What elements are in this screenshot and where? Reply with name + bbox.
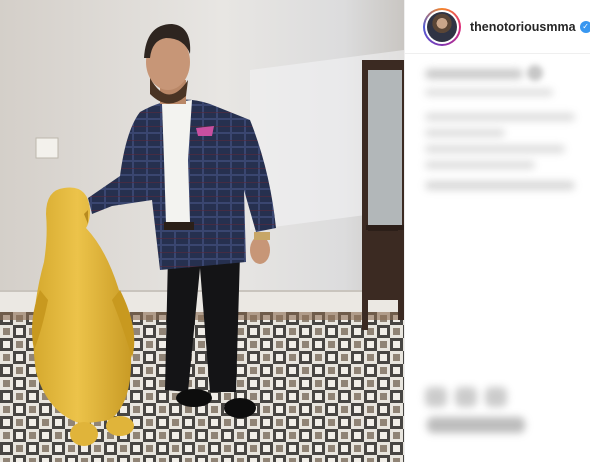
like-icon[interactable] — [425, 387, 447, 407]
blurred-likes-count — [427, 417, 525, 433]
share-icon[interactable] — [485, 387, 507, 407]
blurred-caption-line — [425, 89, 553, 96]
blurred-comment-line — [425, 113, 575, 121]
blurred-comments-area — [405, 55, 590, 462]
verified-badge-icon: ✓ — [579, 20, 590, 33]
post-header: thenotoriousmma ✓ • — [405, 0, 590, 54]
blurred-comment-line — [425, 181, 575, 190]
avatar — [427, 11, 457, 42]
blurred-avatar — [527, 65, 543, 81]
username-link[interactable]: thenotoriousmma — [470, 20, 576, 34]
blurred-comment-line — [425, 145, 565, 153]
photo-scene — [0, 0, 404, 462]
comment-icon[interactable] — [455, 387, 477, 407]
blurred-comment-line — [425, 161, 535, 169]
display-cabinet — [362, 60, 404, 330]
avatar-story-ring[interactable] — [423, 7, 461, 46]
blurred-caption-line — [425, 69, 523, 79]
post-photo[interactable] — [0, 0, 404, 462]
blurred-comment-line — [425, 129, 505, 137]
post-side-panel: thenotoriousmma ✓ • — [404, 0, 590, 462]
